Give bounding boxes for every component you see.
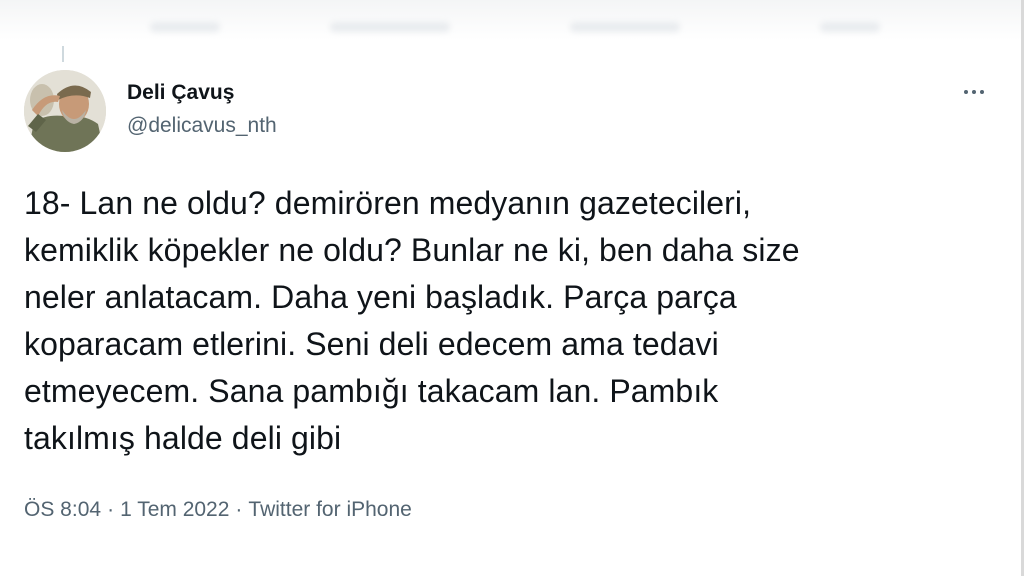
- blurred-remnant: [330, 22, 450, 32]
- tweet-text: 18- Lan ne oldu? demirören medyanın gaze…: [24, 185, 800, 456]
- blurred-remnant: [150, 22, 220, 32]
- avatar[interactable]: [24, 70, 106, 152]
- more-options-button[interactable]: [956, 80, 992, 104]
- tweet-source-link[interactable]: Twitter for iPhone: [248, 498, 411, 521]
- more-horizontal-icon: [972, 90, 976, 94]
- more-horizontal-icon: [964, 90, 968, 94]
- tweet-time-link[interactable]: ÖS 8:04: [24, 498, 101, 521]
- tweet-metadata: ÖS 8:04 · 1 Tem 2022 · Twitter for iPhone: [24, 496, 412, 524]
- blurred-remnant: [820, 22, 880, 32]
- thread-connector-line: [62, 46, 64, 62]
- author-block[interactable]: Deli Çavuş @delicavus_nth: [127, 80, 277, 140]
- tweet-date-link[interactable]: 1 Tem 2022: [120, 498, 229, 521]
- avatar-image: [24, 70, 106, 152]
- tweet-screenshot: Deli Çavuş @delicavus_nth 18- Lan ne old…: [0, 0, 1024, 576]
- meta-separator: ·: [107, 498, 115, 521]
- meta-separator: ·: [235, 498, 243, 521]
- author-handle[interactable]: @delicavus_nth: [127, 112, 277, 140]
- previous-content-strip: [0, 0, 1024, 40]
- blurred-remnant: [570, 22, 680, 32]
- more-horizontal-icon: [980, 90, 984, 94]
- author-display-name[interactable]: Deli Çavuş: [127, 80, 277, 106]
